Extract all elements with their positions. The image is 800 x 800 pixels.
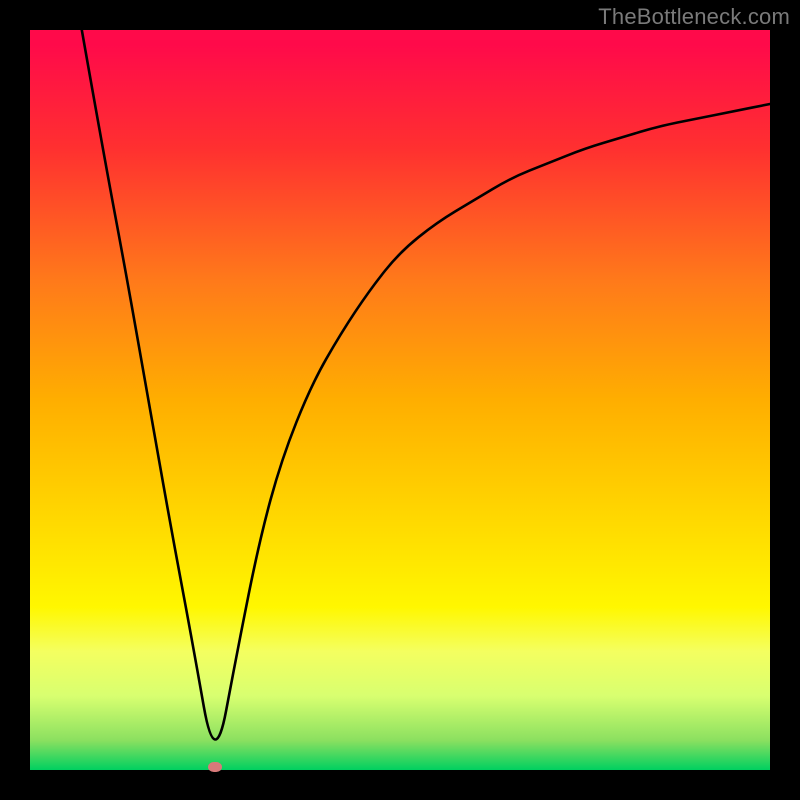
- optimum-marker: [208, 762, 222, 772]
- watermark-text: TheBottleneck.com: [598, 4, 790, 30]
- chart-frame: TheBottleneck.com: [0, 0, 800, 800]
- bottleneck-curve: [30, 30, 770, 770]
- plot-area: [30, 30, 770, 770]
